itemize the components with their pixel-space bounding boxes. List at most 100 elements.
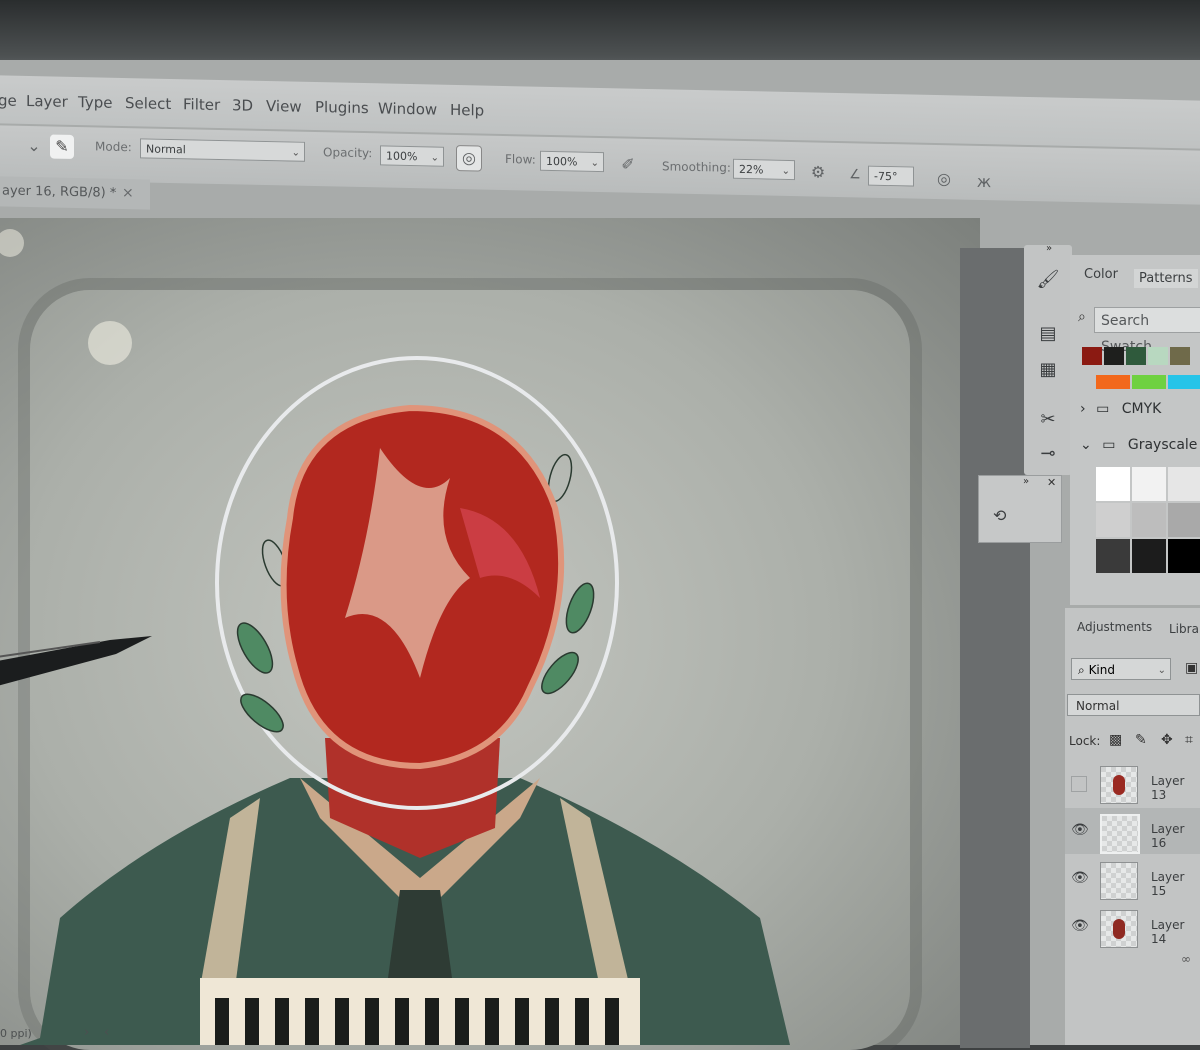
link-layers-icon[interactable]: ∞ — [1181, 952, 1191, 966]
menu-select[interactable]: Select — [125, 94, 171, 113]
lock-transparent-icon[interactable]: ▩ — [1109, 732, 1122, 748]
menu-view[interactable]: View — [266, 97, 302, 116]
layers-panel: Adjustments Libra ⌕ Kind ⌄ ▣ Normal Lock… — [1065, 608, 1200, 1045]
swatch[interactable] — [1148, 347, 1168, 365]
chevron-down-icon[interactable]: ⌄ — [22, 134, 46, 159]
layer-name: Layer 14 — [1151, 918, 1185, 946]
layer-thumbnail — [1100, 766, 1138, 804]
brush-presets-icon[interactable]: 🖌 — [1034, 267, 1062, 293]
lock-artboard-icon[interactable]: ⌗ — [1185, 732, 1193, 748]
layer-row[interactable]: Layer 13 — [1065, 760, 1200, 806]
swatch[interactable] — [1132, 503, 1166, 537]
swatch[interactable] — [1168, 503, 1200, 537]
layer-filter-label: Kind — [1088, 663, 1115, 677]
lock-move-icon[interactable]: ✥ — [1161, 732, 1173, 748]
brush-settings-icon[interactable]: ✎ — [50, 134, 74, 159]
menu-layer[interactable]: Layer — [26, 92, 68, 111]
pressure-size-icon[interactable]: ◎ — [932, 167, 956, 192]
chevron-right-icon[interactable]: › — [84, 1025, 89, 1040]
swatch[interactable] — [1082, 347, 1102, 365]
lock-paint-icon[interactable]: ✎ — [1135, 732, 1147, 748]
swatch[interactable] — [1096, 539, 1130, 573]
folder-icon: ▭ — [1102, 437, 1116, 453]
chevron-down-icon: ⌄ — [590, 157, 599, 169]
swatch[interactable] — [1132, 467, 1166, 501]
flow-field[interactable]: 100% ⌄ — [540, 150, 604, 173]
collapse-panel-icon[interactable]: » — [1023, 476, 1029, 487]
close-icon[interactable]: ✕ — [1047, 476, 1056, 489]
swatch[interactable] — [1168, 467, 1200, 501]
chevron-down-icon: ⌄ — [291, 147, 300, 159]
smoothing-field[interactable]: 22% ⌄ — [733, 158, 795, 181]
eye-icon[interactable]: 👁 — [1071, 870, 1089, 886]
pressure-opacity-icon[interactable]: ◎ — [456, 144, 482, 172]
clone-source-icon[interactable]: ⊸ — [1034, 441, 1062, 467]
status-text: 0 ppi) — [0, 1027, 32, 1040]
collapse-panels-icon[interactable]: » — [1046, 243, 1052, 254]
history-panel: » ✕ ⟲ — [978, 475, 1062, 543]
swatch[interactable] — [1104, 347, 1124, 365]
thumbnail-content — [1113, 775, 1125, 795]
menu-filter[interactable]: Filter — [183, 95, 220, 114]
layer-row[interactable]: 👁 Layer 15 — [1065, 856, 1200, 902]
status-bar: 0 ppi) › ‹ — [0, 1025, 300, 1045]
smoothing-label: Smoothing: — [662, 159, 731, 175]
layer-thumbnail — [1100, 910, 1138, 948]
thumbnail-content — [1113, 919, 1125, 939]
swatch[interactable] — [1170, 347, 1190, 365]
mode-select[interactable]: Normal ⌄ — [140, 138, 305, 162]
swatch[interactable] — [1096, 467, 1130, 501]
menu-window[interactable]: Window — [378, 99, 437, 118]
swatch[interactable] — [1126, 347, 1146, 365]
layer-row[interactable]: 👁 Layer 14 — [1065, 904, 1200, 950]
chevron-down-icon: ⌄ — [1157, 665, 1166, 676]
properties-icon[interactable]: ▤ — [1034, 321, 1062, 347]
swatch[interactable] — [1096, 375, 1130, 389]
tab-adjustments[interactable]: Adjustments — [1077, 620, 1152, 634]
airbrush-icon[interactable]: ✐ — [616, 152, 640, 177]
menu-help[interactable]: Help — [450, 101, 484, 120]
tab-patterns[interactable]: Patterns — [1134, 269, 1198, 288]
notes-icon[interactable]: ▦ — [1034, 357, 1062, 383]
swatch[interactable] — [1132, 539, 1166, 573]
chevron-down-icon: ⌄ — [1080, 437, 1092, 453]
search-icon: ⌕ — [1078, 663, 1085, 677]
angle-field[interactable]: -75° — [868, 165, 914, 187]
swatch-group-label: Grayscale — [1127, 437, 1198, 453]
menu-plugins[interactable]: Plugins — [315, 98, 369, 117]
tab-libraries[interactable]: Libra — [1169, 622, 1199, 636]
swatch[interactable] — [1132, 375, 1166, 389]
search-icon: ⌕ — [1078, 309, 1086, 325]
flow-value: 100% — [546, 154, 578, 169]
scissors-icon[interactable]: ✂ — [1034, 407, 1062, 433]
menu-type[interactable]: Type — [78, 93, 112, 112]
blend-mode-select[interactable]: Normal — [1067, 694, 1200, 716]
swatch-group-cmyk[interactable]: › ▭ CMYK — [1080, 401, 1161, 417]
visibility-toggle[interactable] — [1071, 776, 1087, 792]
eye-icon[interactable]: 👁 — [1071, 822, 1089, 838]
swatch-group-grayscale[interactable]: ⌄ ▭ Grayscale — [1080, 437, 1197, 453]
opacity-value: 100% — [386, 149, 418, 164]
layer-filter-select[interactable]: ⌕ Kind ⌄ — [1071, 658, 1171, 680]
lock-label: Lock: — [1069, 734, 1101, 748]
document-tab[interactable]: ayer 16, RGB/8) * × — [0, 176, 150, 210]
opacity-field[interactable]: 100% ⌄ — [380, 145, 444, 167]
close-icon[interactable]: × — [122, 185, 134, 201]
gear-icon[interactable]: ⚙ — [806, 160, 830, 185]
opacity-label: Opacity: — [323, 145, 373, 161]
eye-icon[interactable]: 👁 — [1071, 918, 1089, 934]
menu-image[interactable]: ge — [0, 91, 17, 109]
chevron-left-icon[interactable]: ‹ — [104, 1025, 109, 1040]
symmetry-butterfly-icon[interactable]: ж — [972, 170, 996, 195]
tab-color[interactable]: Color — [1084, 267, 1118, 282]
layer-row-selected[interactable]: 👁 Layer 16 — [1065, 808, 1200, 854]
swatch[interactable] — [1168, 375, 1200, 389]
swatch-group-label: CMYK — [1121, 401, 1162, 417]
swatch[interactable] — [1168, 539, 1200, 573]
image-filter-icon[interactable]: ▣ — [1185, 660, 1198, 676]
swatch-search-input[interactable]: Search Swatch — [1094, 307, 1200, 355]
mode-value: Normal — [146, 142, 186, 157]
menu-3d[interactable]: 3D — [232, 96, 253, 114]
swatch[interactable] — [1096, 503, 1130, 537]
history-icon[interactable]: ⟲ — [993, 506, 1006, 525]
